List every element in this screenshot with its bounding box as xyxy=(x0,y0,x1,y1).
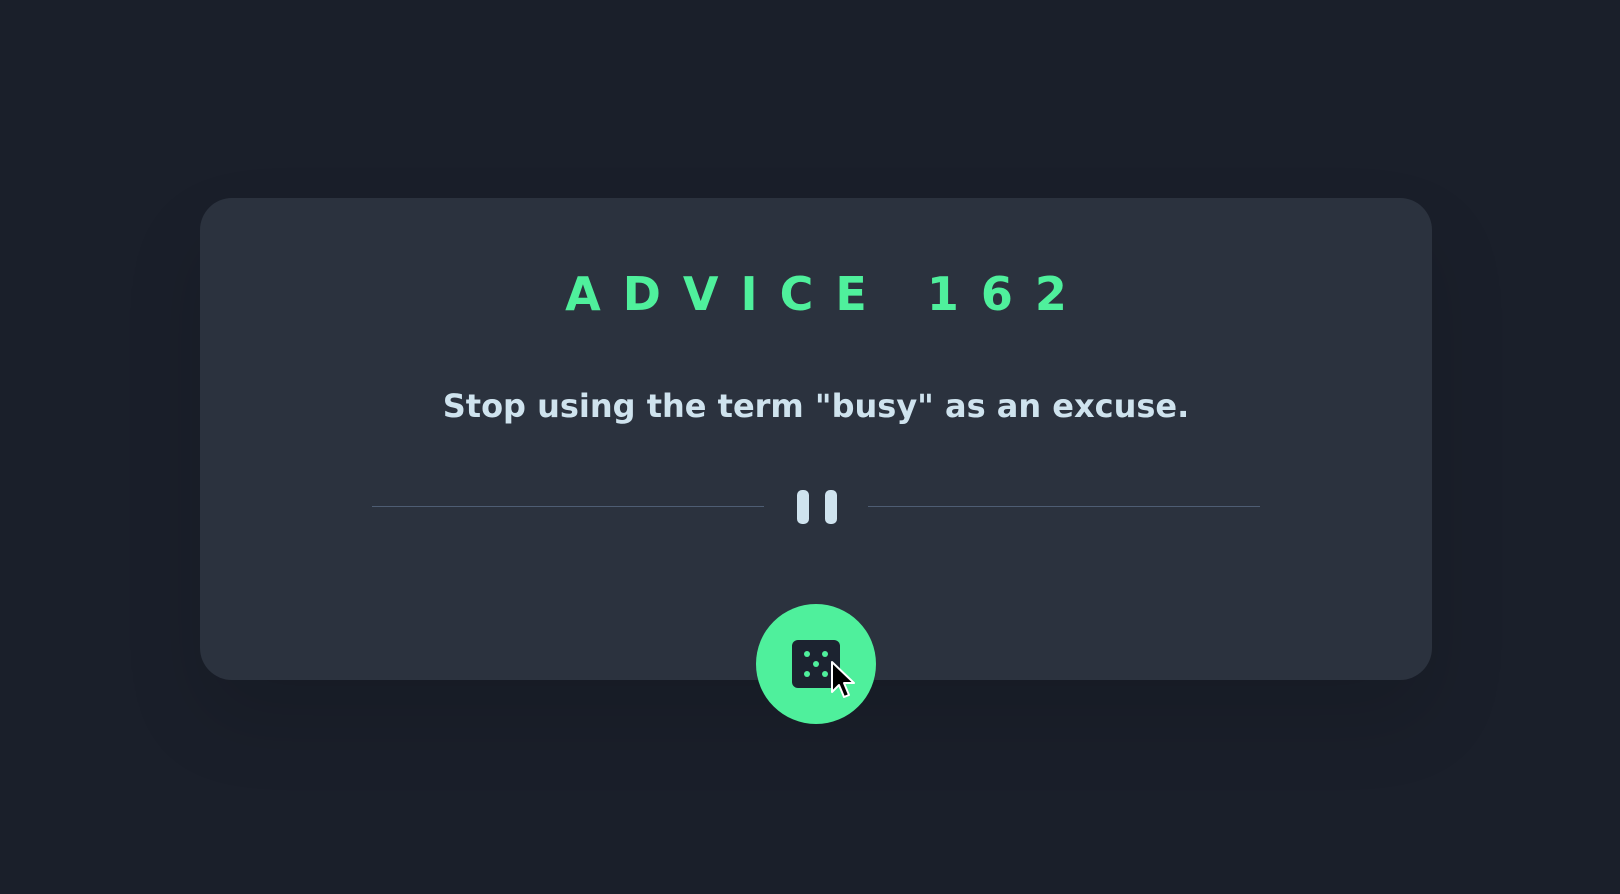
divider-line-left xyxy=(372,506,764,507)
mouse-cursor-icon xyxy=(831,661,855,698)
divider-line-right xyxy=(868,506,1260,507)
divider xyxy=(372,488,1260,524)
advice-title: ADVICE 162 xyxy=(565,267,1089,321)
generate-advice-button[interactable] xyxy=(756,604,876,724)
advice-quote: Stop using the term "busy" as an excuse. xyxy=(442,387,1190,425)
pause-icon xyxy=(796,490,838,524)
